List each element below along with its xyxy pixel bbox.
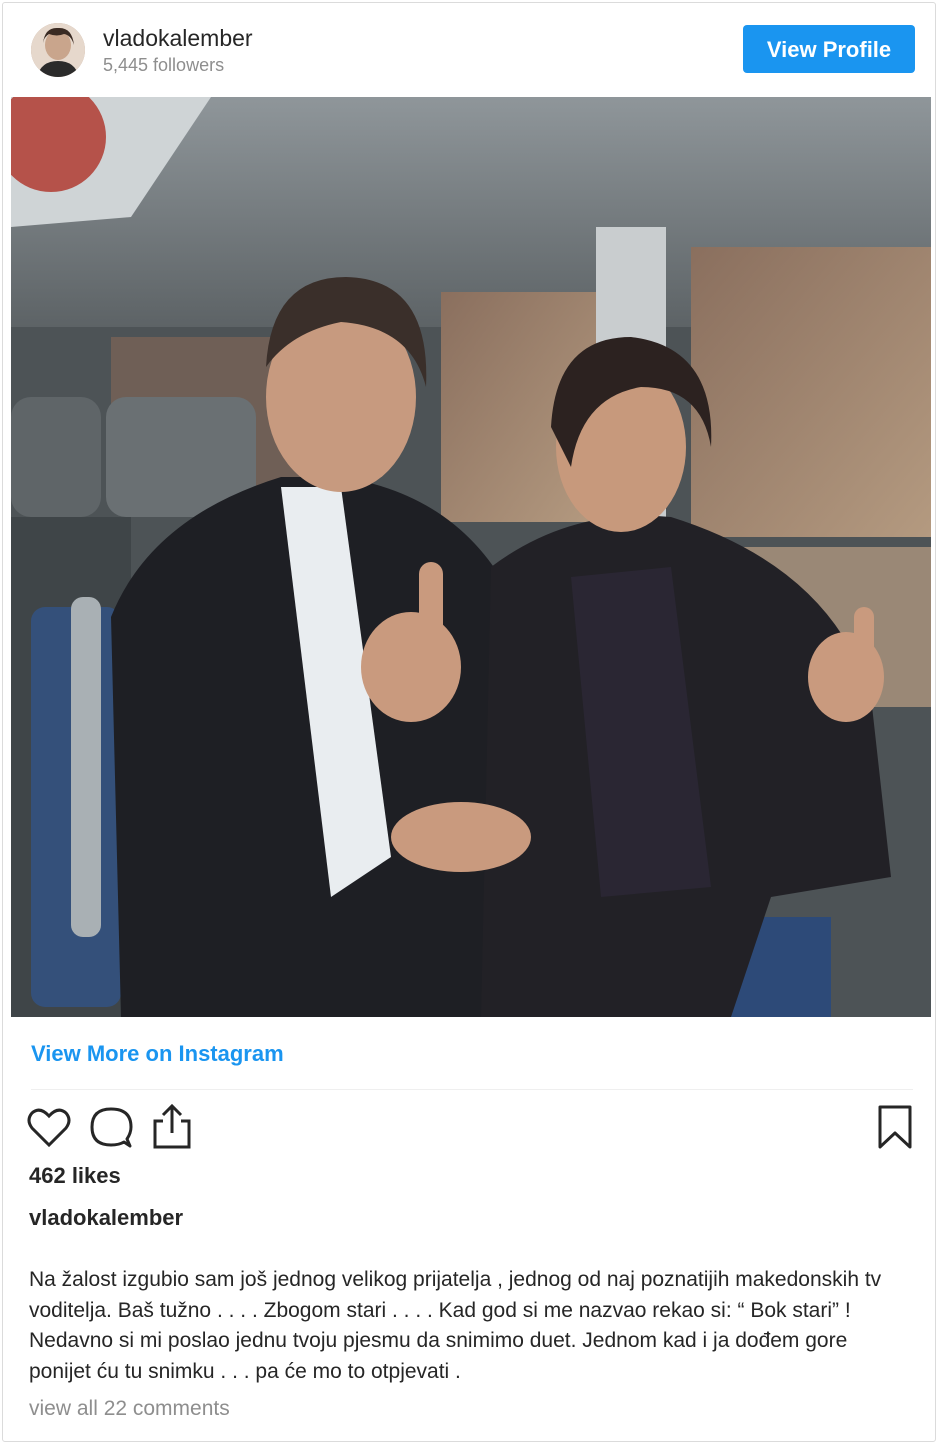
post-photo-image (11, 97, 931, 1017)
view-all-comments-link[interactable]: view all 22 comments (29, 1397, 230, 1421)
view-more-on-instagram-link[interactable]: View More on Instagram (31, 1041, 284, 1067)
caption-username[interactable]: vladokalember (29, 1205, 183, 1231)
view-profile-button[interactable]: View Profile (743, 25, 915, 73)
avatar-image (31, 23, 85, 77)
avatar[interactable] (31, 23, 85, 77)
followers-count: 5,445 followers (103, 55, 225, 75)
comment-icon[interactable] (89, 1105, 133, 1154)
bookmark-icon[interactable] (877, 1105, 913, 1154)
profile-username[interactable]: vladokalember (103, 25, 253, 52)
share-icon[interactable] (151, 1103, 193, 1154)
instagram-embed-card: vladokalember 5,445 followers View Profi… (2, 2, 936, 1442)
post-caption: Na žalost izgubio sam još jednog velikog… (29, 1268, 882, 1383)
post-header: vladokalember 5,445 followers View Profi… (3, 3, 935, 97)
post-photo[interactable] (11, 97, 931, 1017)
divider (31, 1089, 913, 1090)
heart-icon[interactable] (27, 1107, 71, 1152)
likes-count[interactable]: 462 likes (29, 1163, 121, 1189)
